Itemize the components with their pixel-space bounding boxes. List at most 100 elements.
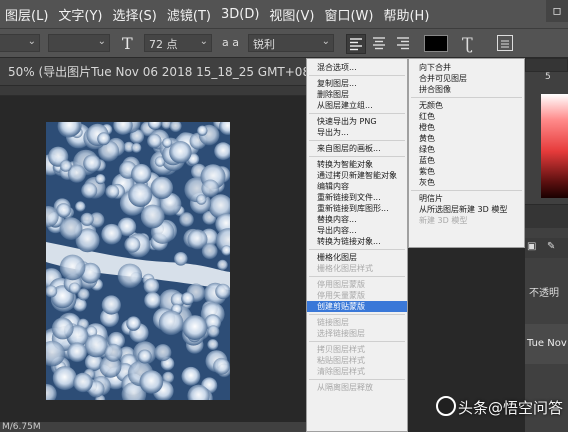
character-panel-icon[interactable]: [497, 35, 513, 51]
submenu-item: 新建 3D 模型: [419, 216, 468, 225]
layer-context-submenu: 向下合并 合并可见图层 拼合图像无颜色 红色 橙色 黄色 绿色 蓝色 紫色 灰色明信片 从所选图层新…: [408, 58, 525, 248]
context-menu-item: 清除图层样式: [317, 367, 365, 376]
menu-separator: [309, 75, 405, 76]
context-menu-item: 拷贝图层样式: [317, 345, 365, 354]
submenu-item[interactable]: 明信片: [409, 193, 524, 204]
layer-name: Tue Nov 0: [527, 338, 568, 349]
align-right-icon: [397, 37, 409, 50]
context-menu-item: 从隔离图层释放: [317, 383, 373, 392]
submenu-item[interactable]: 黄色: [409, 133, 524, 144]
menu-separator: [309, 276, 405, 277]
snowy-forest-image: [46, 122, 230, 400]
context-menu-item[interactable]: 来自图层的画板...: [307, 143, 407, 154]
menu-separator: [309, 314, 405, 315]
context-menu-item[interactable]: 删除图层: [307, 89, 407, 100]
submenu-item[interactable]: 紫色: [409, 166, 524, 177]
watermark-text: 头条@悟空问答: [458, 399, 564, 417]
submenu-item[interactable]: 橙色: [409, 122, 524, 133]
submenu-item[interactable]: 合并可见图层: [409, 73, 524, 84]
antialias-dropdown[interactable]: 锐利 ⌄: [248, 34, 334, 52]
menu-view[interactable]: 视图(V): [264, 5, 319, 24]
menu-bar: 图层(L) 文字(Y) 选择(S) 滤镜(T) 3D(D) 视图(V) 窗口(W…: [0, 0, 568, 28]
menu-3d[interactable]: 3D(D): [216, 7, 264, 22]
text-color-swatch[interactable]: [424, 35, 448, 52]
menu-separator: [411, 97, 522, 98]
document-tab[interactable]: 50% (导出图片Tue Nov 06 2018 15_18_25 GMT+08…: [0, 58, 306, 86]
menu-filter[interactable]: 滤镜(T): [162, 5, 216, 24]
font-family-dropdown[interactable]: ⌄: [0, 34, 40, 52]
context-menu-item[interactable]: 快速导出为 PNG: [307, 116, 407, 127]
context-menu-item[interactable]: 从图层建立组...: [307, 100, 407, 111]
antialias-value: 锐利: [253, 38, 275, 51]
context-menu-item[interactable]: 编辑内容: [307, 181, 407, 192]
align-right-button[interactable]: [394, 34, 414, 54]
lock-icon[interactable]: ▣: [527, 241, 536, 252]
menu-type[interactable]: 文字(Y): [53, 5, 107, 24]
align-center-icon: [373, 37, 385, 50]
submenu-item[interactable]: 灰色: [409, 177, 524, 188]
layer-row[interactable]: Tue Nov 0: [525, 324, 568, 364]
panel-tabs: [525, 204, 568, 228]
menu-window[interactable]: 窗口(W): [319, 5, 378, 24]
context-menu-item[interactable]: 替换内容...: [307, 214, 407, 225]
right-panel: 5 ▣ ✎ 不透明 Tue Nov 0: [525, 58, 568, 432]
horizontal-ruler: [0, 86, 306, 96]
panel-header: [525, 58, 568, 72]
canvas-image: [46, 122, 230, 400]
font-size-icon: T: [122, 34, 133, 53]
status-bar: M/6.75M: [0, 422, 306, 432]
context-menu-item[interactable]: 导出为...: [307, 127, 407, 138]
submenu-item[interactable]: 向下合并: [409, 62, 524, 73]
menu-separator: [309, 156, 405, 157]
menu-layer[interactable]: 图层(L): [0, 5, 53, 24]
document-title: 50% (导出图片Tue Nov 06 2018 15_18_25 GMT+08…: [8, 65, 306, 79]
align-left-button[interactable]: [346, 34, 366, 54]
align-center-button[interactable]: [370, 34, 390, 54]
context-menu-item[interactable]: 混合选项...: [307, 62, 407, 73]
brush-lock-icon[interactable]: ✎: [547, 241, 555, 252]
context-menu-item[interactable]: 栅格化图层: [307, 252, 407, 263]
layer-context-menu: 混合选项... 复制图层... 删除图层 从图层建立组... 快速导出为 PNG 导出为.…: [306, 58, 408, 432]
align-left-icon: [350, 38, 362, 51]
context-menu-item[interactable]: 转换为智能对象: [307, 159, 407, 170]
menu-separator: [309, 341, 405, 342]
font-style-dropdown[interactable]: ⌄: [48, 34, 110, 52]
chevron-down-icon: ⌄: [321, 36, 330, 47]
font-size-dropdown[interactable]: 72 点 ⌄: [144, 34, 212, 52]
context-menu-item[interactable]: 创建剪贴蒙版: [307, 301, 407, 312]
color-picker-field[interactable]: [541, 94, 568, 198]
submenu-item[interactable]: 无颜色: [409, 100, 524, 111]
menu-help[interactable]: 帮助(H): [378, 5, 434, 24]
menu-select[interactable]: 选择(S): [107, 5, 161, 24]
menu-separator: [309, 379, 405, 380]
context-menu-item[interactable]: 导出内容...: [307, 225, 407, 236]
submenu-item[interactable]: 从所选图层新建 3D 模型: [409, 204, 524, 215]
menu-separator: [309, 249, 405, 250]
menu-separator: [411, 190, 522, 191]
context-menu-item: 选择链接图层: [317, 329, 365, 338]
context-menu-item[interactable]: 复制图层...: [307, 78, 407, 89]
context-menu-item: 粘贴图层样式: [317, 356, 365, 365]
font-size-value: 72 点: [149, 38, 178, 51]
context-menu-item: 停用矢量蒙版: [317, 291, 365, 300]
warp-text-icon[interactable]: Ʈ: [462, 34, 473, 53]
context-menu-item: 链接图层: [317, 318, 349, 327]
menu-separator: [309, 113, 405, 114]
context-menu-item[interactable]: 转换为链接对象...: [307, 236, 407, 247]
submenu-item[interactable]: 绿色: [409, 144, 524, 155]
context-menu-item[interactable]: 通过拷贝新建智能对象: [307, 170, 407, 181]
menu-separator: [309, 140, 405, 141]
document-size: M/6.75M: [2, 422, 41, 432]
context-menu-item: 停用图层蒙版: [317, 280, 365, 289]
context-menu-item[interactable]: 重新链接到库图形...: [307, 203, 407, 214]
submenu-item[interactable]: 拼合图像: [409, 84, 524, 95]
chevron-down-icon: ⌄: [97, 36, 106, 47]
context-menu-item[interactable]: 重新链接到文件...: [307, 192, 407, 203]
options-bar: ⌄ ⌄ T 72 点 ⌄ a a 锐利 ⌄ Ʈ: [0, 28, 568, 58]
watermark-logo-icon: [436, 396, 456, 416]
window-control-icon[interactable]: ▫: [546, 0, 568, 22]
panel-lines-icon: [501, 40, 509, 48]
context-menu-item: 栅格化图层样式: [317, 264, 373, 273]
submenu-item[interactable]: 蓝色: [409, 155, 524, 166]
submenu-item[interactable]: 红色: [409, 111, 524, 122]
